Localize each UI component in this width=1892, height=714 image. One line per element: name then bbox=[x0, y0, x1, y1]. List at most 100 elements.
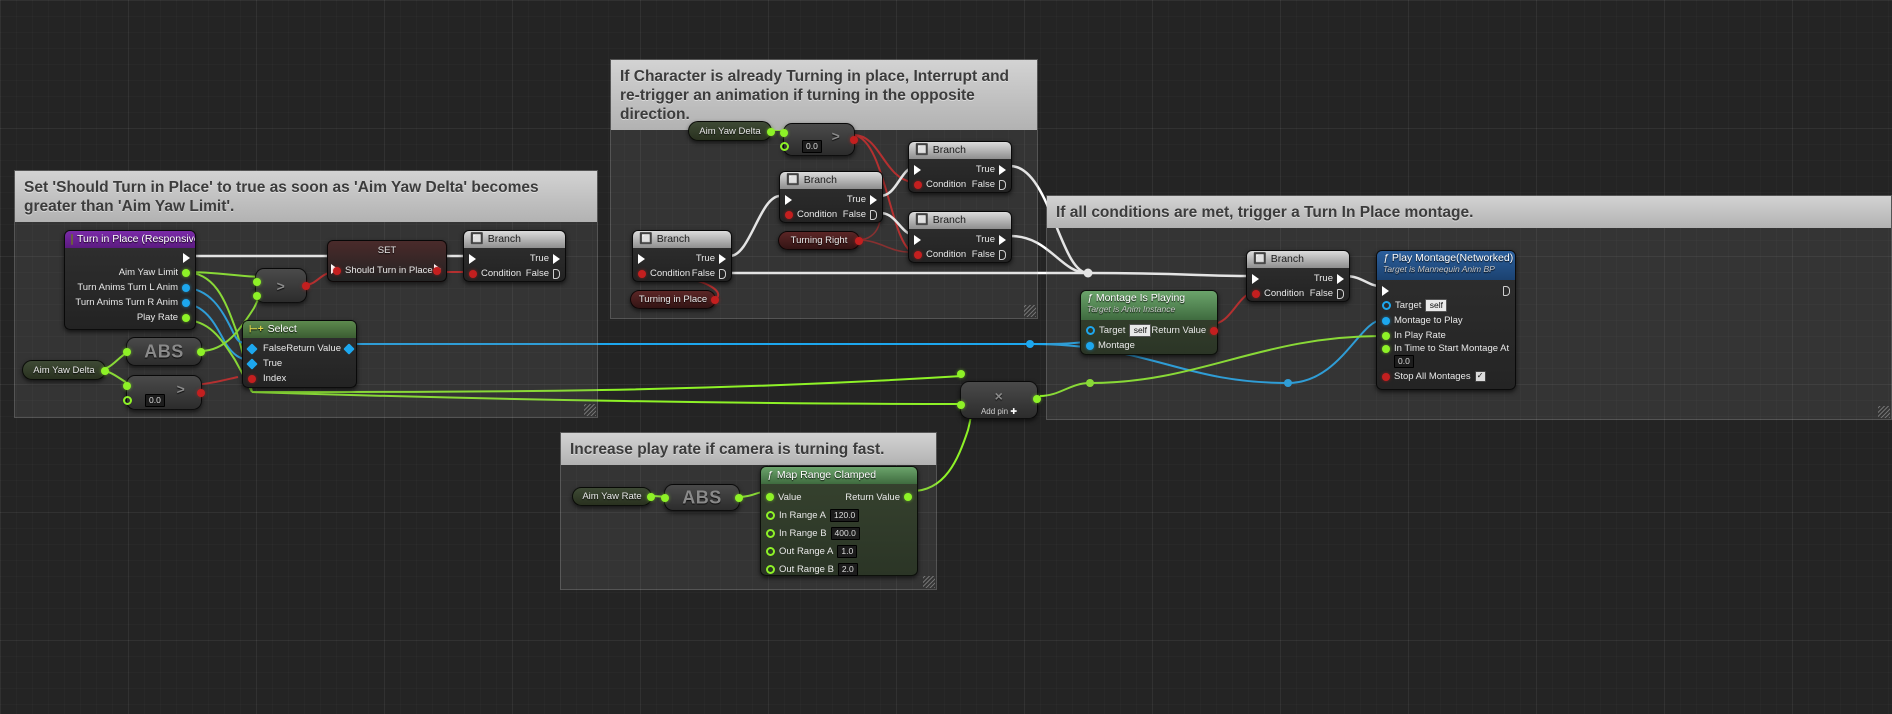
output-pin-play-rate[interactable] bbox=[182, 313, 190, 322]
node-branch-final[interactable]: 🔲 Branch True Condition False bbox=[1246, 250, 1350, 302]
out-range-b-value[interactable]: 2.0 bbox=[837, 562, 858, 576]
in-range-b-value[interactable]: 400.0 bbox=[830, 526, 860, 540]
input-pin-true[interactable] bbox=[246, 357, 258, 370]
exec-out-false-pin[interactable] bbox=[999, 179, 1006, 190]
input-pin-montage[interactable] bbox=[1086, 341, 1094, 350]
node-turning-right[interactable]: Turning Right bbox=[778, 231, 863, 250]
exec-out-pin[interactable] bbox=[183, 252, 190, 263]
input-pin-in-range-b[interactable] bbox=[766, 528, 775, 538]
output-pin[interactable] bbox=[197, 388, 205, 397]
output-pin[interactable] bbox=[197, 347, 205, 356]
node-branch-top-right[interactable]: 🔲 Branch True Condition False bbox=[908, 141, 1012, 193]
node-branch-1[interactable]: 🔲 Branch True Condition False bbox=[463, 230, 566, 282]
input-pin-value[interactable] bbox=[766, 493, 774, 501]
exec-out-true-pin[interactable] bbox=[719, 253, 726, 264]
exec-out-true-pin[interactable] bbox=[999, 234, 1006, 245]
input-pin-condition[interactable] bbox=[914, 180, 922, 189]
output-pin-return-value[interactable] bbox=[343, 342, 355, 355]
comment-resize-grip[interactable] bbox=[923, 576, 935, 588]
comment-resize-grip[interactable] bbox=[584, 404, 596, 416]
node-aim-yaw-rate[interactable]: Aim Yaw Rate bbox=[572, 487, 655, 506]
input-value-b[interactable]: 0.0 bbox=[802, 140, 822, 153]
input-pin-a[interactable] bbox=[957, 370, 965, 378]
input-pin-condition[interactable] bbox=[914, 250, 922, 259]
input-pin-should-turn-in-place[interactable] bbox=[333, 266, 341, 275]
output-pin-return-value[interactable] bbox=[904, 493, 912, 501]
output-pin[interactable] bbox=[850, 135, 858, 144]
node-set-should-turn-in-place[interactable]: SET Should Turn in Place bbox=[327, 240, 447, 282]
input-pin-b[interactable] bbox=[123, 396, 132, 405]
input-pin-false[interactable] bbox=[246, 342, 258, 355]
output-pin[interactable] bbox=[767, 128, 775, 136]
output-pin[interactable] bbox=[735, 493, 743, 502]
output-pin-return-value[interactable] bbox=[1210, 326, 1219, 335]
input-pin-out-range-a[interactable] bbox=[766, 546, 775, 556]
blueprint-graph-canvas[interactable]: Set 'Should Turn in Place' to true as so… bbox=[0, 0, 1892, 714]
exec-out-false-pin[interactable] bbox=[553, 268, 560, 279]
exec-in-pin[interactable] bbox=[1382, 285, 1389, 296]
node-greater-than-zero-top[interactable]: 0.0 > bbox=[780, 123, 858, 156]
node-aim-yaw-delta-left[interactable]: Aim Yaw Delta bbox=[22, 360, 109, 380]
exec-out-false-pin[interactable] bbox=[999, 249, 1006, 260]
add-pin-button[interactable]: Add pin ✚ bbox=[961, 407, 1037, 416]
out-range-a-value[interactable]: 1.0 bbox=[837, 544, 858, 558]
output-pin[interactable] bbox=[711, 296, 719, 304]
exec-in-pin[interactable] bbox=[1252, 273, 1259, 284]
input-pin-condition[interactable] bbox=[1252, 289, 1260, 298]
input-pin-in-range-a[interactable] bbox=[766, 510, 775, 520]
input-pin-b[interactable] bbox=[780, 142, 789, 151]
in-range-a-value[interactable]: 120.0 bbox=[830, 508, 860, 522]
start-time-value[interactable]: 0.0 bbox=[1394, 355, 1414, 368]
exec-in-pin[interactable] bbox=[785, 194, 792, 205]
exec-out-false-pin[interactable] bbox=[870, 209, 877, 220]
input-pin-start-time[interactable] bbox=[1382, 344, 1390, 353]
target-value[interactable]: self bbox=[1425, 299, 1448, 312]
node-greater-than[interactable]: > bbox=[253, 268, 310, 303]
node-branch-second[interactable]: 🔲 Branch True Condition False bbox=[908, 211, 1012, 263]
exec-in-pin[interactable] bbox=[914, 164, 921, 175]
comment-resize-grip[interactable] bbox=[1878, 406, 1890, 418]
output-pin-aim-yaw-limit[interactable] bbox=[182, 268, 190, 277]
input-pin-target[interactable] bbox=[1086, 326, 1095, 335]
node-select[interactable]: ⊢+ Select False Return Value True Index bbox=[242, 320, 357, 388]
node-turn-in-place-event[interactable]: Turn in Place (Responsive) Aim Yaw Limit… bbox=[64, 230, 196, 330]
output-pin[interactable] bbox=[101, 367, 109, 375]
output-pin-turn-l-anim[interactable] bbox=[182, 283, 190, 292]
node-map-range-clamped[interactable]: ƒ Map Range Clamped Value Return Value I… bbox=[760, 466, 918, 576]
comment-resize-grip[interactable] bbox=[1024, 305, 1036, 317]
exec-out-false-pin[interactable] bbox=[1337, 288, 1344, 299]
input-pin-a[interactable] bbox=[780, 129, 788, 137]
stop-all-montages-checkbox[interactable]: ✓ bbox=[1474, 371, 1486, 382]
input-pin-montage-to-play[interactable] bbox=[1382, 316, 1390, 325]
target-value[interactable]: self bbox=[1129, 324, 1152, 337]
node-branch-mid[interactable]: 🔲 Branch True Condition False bbox=[779, 171, 883, 223]
output-pin[interactable] bbox=[1033, 395, 1041, 403]
input-pin-condition[interactable] bbox=[638, 269, 646, 278]
node-abs-left[interactable]: ABS bbox=[123, 337, 205, 366]
output-pin[interactable] bbox=[647, 493, 655, 501]
exec-out-false-pin[interactable] bbox=[719, 268, 726, 279]
exec-in-pin[interactable] bbox=[469, 253, 476, 264]
exec-out-true-pin[interactable] bbox=[1337, 273, 1344, 284]
node-aim-yaw-delta-top[interactable]: Aim Yaw Delta bbox=[688, 121, 775, 141]
input-pin-target[interactable] bbox=[1382, 301, 1391, 310]
node-branch-lower[interactable]: 🔲 Branch True Condition False bbox=[632, 230, 732, 282]
input-pin-out-range-b[interactable] bbox=[766, 564, 775, 574]
input-pin-stop-all-montages[interactable] bbox=[1382, 372, 1390, 381]
exec-in-pin[interactable] bbox=[638, 253, 645, 264]
node-play-montage-networked[interactable]: ƒ Play Montage(Networked) Target is Manne… bbox=[1376, 250, 1516, 390]
exec-out-true-pin[interactable] bbox=[870, 194, 877, 205]
input-pin-index[interactable] bbox=[248, 374, 256, 383]
exec-in-pin[interactable] bbox=[914, 234, 921, 245]
exec-out-true-pin[interactable] bbox=[553, 253, 560, 264]
node-multiply[interactable]: × Add pin ✚ bbox=[957, 370, 1041, 419]
output-pin-should-turn-in-place[interactable] bbox=[433, 266, 441, 275]
input-pin-a[interactable] bbox=[123, 382, 131, 390]
node-turning-in-place[interactable]: Turning in Place bbox=[630, 290, 719, 309]
node-abs-bottom[interactable]: ABS bbox=[661, 484, 743, 511]
exec-out-true-pin[interactable] bbox=[999, 164, 1006, 175]
input-pin-condition[interactable] bbox=[785, 210, 793, 219]
output-pin-turn-r-anim[interactable] bbox=[182, 298, 190, 307]
exec-out-pin[interactable] bbox=[1503, 285, 1510, 296]
node-montage-is-playing[interactable]: ƒ Montage Is Playing Target is Anim Insta… bbox=[1080, 290, 1219, 355]
